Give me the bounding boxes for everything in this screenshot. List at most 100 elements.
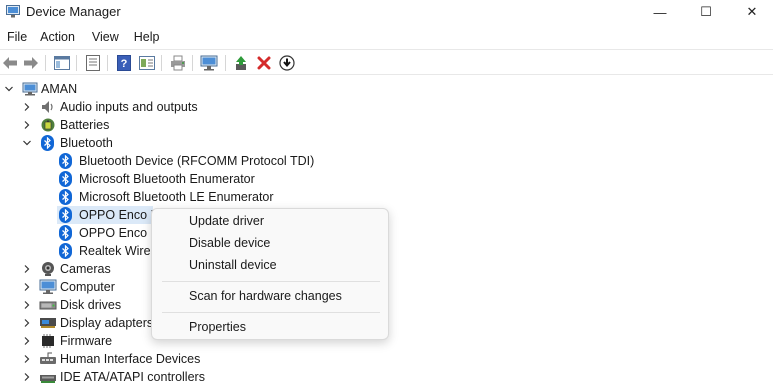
- toolbar-separator: [76, 55, 77, 71]
- toolbar-separator: [107, 55, 108, 71]
- context-menu-scan-hardware[interactable]: Scan for hardware changes: [189, 289, 342, 303]
- tree-child-label: OPPO Enco B: [79, 208, 159, 222]
- bluetooth-icon: [41, 135, 54, 151]
- tree-child-label: Bluetooth Device (RFCOMM Protocol TDI): [79, 154, 315, 168]
- camera-icon: [40, 261, 56, 277]
- computer-icon: [22, 81, 38, 97]
- show-hide-icon[interactable]: [53, 54, 71, 72]
- context-menu-separator: [162, 281, 380, 282]
- tree-node-audio[interactable]: Audio inputs and outputs: [0, 98, 300, 116]
- tree-child-bluetooth-device[interactable]: Microsoft Bluetooth Enumerator: [0, 170, 400, 188]
- back-icon[interactable]: [1, 54, 19, 72]
- menu-file[interactable]: File: [0, 27, 34, 47]
- chevron-right-icon[interactable]: [21, 260, 33, 278]
- tree-node-label: Audio inputs and outputs: [60, 100, 198, 114]
- tree-node-hid[interactable]: Human Interface Devices: [0, 350, 300, 368]
- context-menu-properties[interactable]: Properties: [189, 320, 246, 334]
- chevron-right-icon[interactable]: [21, 296, 33, 314]
- tree-child-label: Microsoft Bluetooth LE Enumerator: [79, 190, 274, 204]
- tree-node-label: Computer: [60, 280, 115, 294]
- tree-node-label: IDE ATA/ATAPI controllers: [60, 370, 205, 384]
- battery-icon: [40, 117, 56, 133]
- chevron-down-icon[interactable]: [3, 80, 15, 98]
- uninstall-icon[interactable]: [255, 54, 273, 72]
- context-menu-uninstall-device[interactable]: Uninstall device: [189, 258, 277, 272]
- tree-node-ide[interactable]: IDE ATA/ATAPI controllers: [0, 368, 300, 386]
- bluetooth-icon: [59, 243, 72, 259]
- maximize-button[interactable]: ☐: [683, 0, 729, 24]
- tree-child-bluetooth-device[interactable]: Realtek Wirele: [0, 242, 160, 260]
- update-driver-icon[interactable]: [232, 54, 250, 72]
- context-menu-disable-device[interactable]: Disable device: [189, 236, 270, 250]
- bluetooth-icon: [59, 171, 72, 187]
- properties-icon[interactable]: [84, 54, 102, 72]
- print-icon[interactable]: [169, 54, 187, 72]
- chevron-right-icon[interactable]: [21, 332, 33, 350]
- chevron-right-icon[interactable]: [21, 116, 33, 134]
- tree-root[interactable]: AMAN: [0, 80, 300, 98]
- chevron-right-icon[interactable]: [21, 314, 33, 332]
- scan-monitor-icon[interactable]: [200, 54, 218, 72]
- ide-controller-icon: [39, 369, 56, 385]
- tree-node-label: Display adapters: [60, 316, 154, 330]
- menu-action[interactable]: Action: [34, 27, 82, 47]
- context-menu-update-driver[interactable]: Update driver: [189, 214, 264, 228]
- title-bar: Device Manager — ☐ ✕: [0, 0, 773, 24]
- chevron-right-icon[interactable]: [21, 278, 33, 296]
- chevron-right-icon[interactable]: [21, 350, 33, 368]
- tree-node-label: Batteries: [60, 118, 110, 132]
- bluetooth-icon: [59, 189, 72, 205]
- context-menu-separator: [162, 312, 380, 313]
- forward-icon[interactable]: [22, 54, 40, 72]
- download-icon[interactable]: [278, 54, 296, 72]
- tree-node-label: Disk drives: [60, 298, 122, 312]
- toolbar-separator: [225, 55, 226, 71]
- tree-child-label: Realtek Wirele: [79, 244, 161, 258]
- tree-child-bluetooth-device[interactable]: OPPO Enco B: [0, 224, 159, 242]
- tree-child-label: OPPO Enco B: [79, 226, 159, 240]
- firmware-icon: [39, 333, 55, 349]
- menu-bar: File Action View Help: [0, 27, 167, 47]
- bluetooth-icon: [59, 153, 72, 169]
- chevron-right-icon[interactable]: [21, 368, 33, 386]
- disk-drive-icon: [39, 297, 57, 313]
- computer-icon: [39, 279, 57, 295]
- tree-node-computer[interactable]: Computer: [0, 278, 150, 296]
- tree-child-bluetooth-device[interactable]: Bluetooth Device (RFCOMM Protocol TDI): [0, 152, 400, 170]
- toolbar: ?: [0, 49, 773, 75]
- device-manager-icon: [6, 5, 20, 18]
- hid-icon: [39, 351, 56, 367]
- tree-child-bluetooth-device[interactable]: Microsoft Bluetooth LE Enumerator: [0, 188, 400, 206]
- display-adapter-icon: [39, 315, 56, 331]
- tree-node-label: Cameras: [60, 262, 111, 276]
- window-title: Device Manager: [26, 4, 121, 19]
- tree-node-firmware[interactable]: Firmware: [0, 332, 150, 350]
- toolbar-separator: [161, 55, 162, 71]
- tree-node-disk-drives[interactable]: Disk drives: [0, 296, 150, 314]
- tree-child-bluetooth-device-selected[interactable]: OPPO Enco B: [57, 206, 159, 224]
- context-menu: Update driver Disable device Uninstall d…: [151, 208, 389, 340]
- toolbar-separator: [45, 55, 46, 71]
- bluetooth-icon: [59, 225, 72, 241]
- toolbar-separator: [192, 55, 193, 71]
- close-button[interactable]: ✕: [729, 0, 773, 24]
- speaker-icon: [40, 99, 56, 115]
- tree-node-label: Firmware: [60, 334, 113, 348]
- svg-text:?: ?: [121, 58, 128, 70]
- tree-node-label: Human Interface Devices: [60, 352, 201, 366]
- view-icon[interactable]: [138, 54, 156, 72]
- menu-view[interactable]: View: [82, 27, 126, 47]
- tree-child-label: Microsoft Bluetooth Enumerator: [79, 172, 255, 186]
- chevron-right-icon[interactable]: [21, 98, 33, 116]
- tree-node-display-adapters[interactable]: Display adapters: [0, 314, 154, 332]
- bluetooth-icon: [59, 207, 72, 223]
- minimize-button[interactable]: —: [637, 0, 683, 24]
- chevron-down-icon[interactable]: [21, 134, 33, 152]
- menu-help[interactable]: Help: [126, 27, 167, 47]
- tree-node-label: Bluetooth: [60, 136, 113, 150]
- tree-node-batteries[interactable]: Batteries: [0, 116, 300, 134]
- help-icon[interactable]: ?: [115, 54, 133, 72]
- tree-node-cameras[interactable]: Cameras: [0, 260, 150, 278]
- tree-node-bluetooth[interactable]: Bluetooth: [0, 134, 300, 152]
- tree-root-label: AMAN: [41, 82, 78, 96]
